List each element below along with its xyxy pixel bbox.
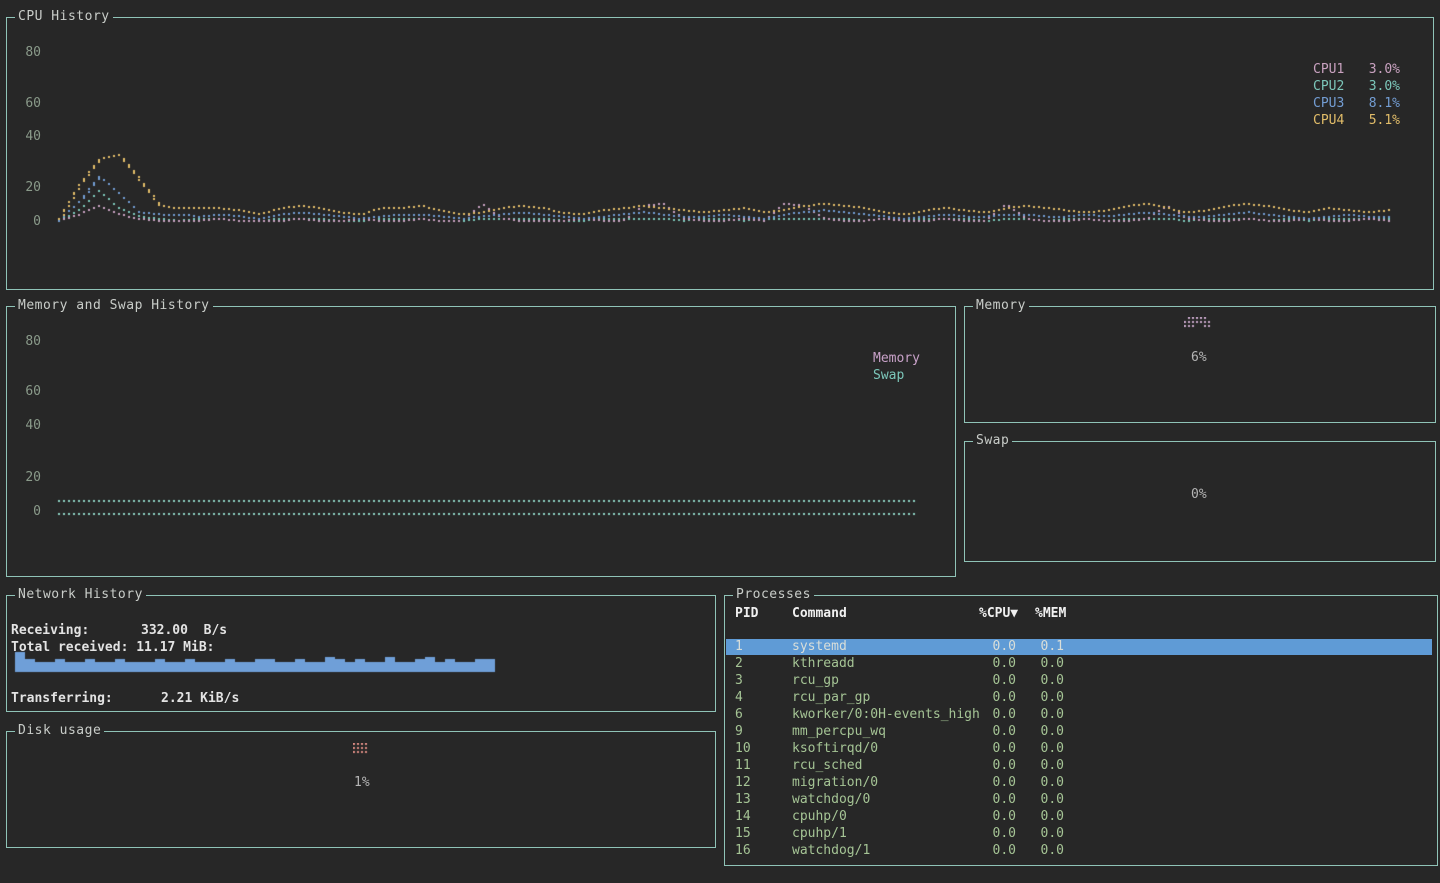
process-cell-cmd: ksoftirqd/0 [792,741,878,757]
process-cell-cpu: 0.0 [956,826,1016,842]
process-cell-pid: 15 [735,826,751,842]
process-cell-mem: 0.0 [1016,724,1064,740]
transferring-label: Transferring: [11,691,113,706]
process-cell-pid: 3 [735,673,743,689]
process-cell-cmd: mm_percpu_wq [792,724,886,740]
process-row[interactable]: 3 rcu_gp 0.00.0 [726,673,1432,689]
process-cell-pid: 10 [735,741,751,757]
process-cell-cpu: 0.0 [956,656,1016,672]
process-cell-mem: 0.0 [1016,690,1064,706]
process-cell-cmd: kworker/0:0H-events_high [792,707,980,723]
process-row[interactable]: 4 rcu_par_gp 0.00.0 [726,690,1432,706]
process-cell-cpu: 0.0 [956,741,1016,757]
column-header-pid[interactable]: PID [735,606,758,621]
swap-gauge-value: 0% [1191,487,1207,502]
network-receive-chart [7,596,715,711]
disk-usage-value: 1% [354,775,370,790]
system-monitor-screen: { "colors": { "background": "#272727", "… [0,0,1440,883]
process-row[interactable]: 10 ksoftirqd/0 0.00.0 [726,741,1432,757]
cpu-history-chart [7,18,1433,289]
process-cell-pid: 6 [735,707,743,723]
process-cell-cmd: systemd [792,639,847,655]
process-cell-pid: 9 [735,724,743,740]
process-row[interactable]: 12 migration/0 0.00.0 [726,775,1432,791]
process-cell-mem: 0.0 [1016,673,1064,689]
process-cell-cmd: cpuhp/0 [792,809,847,825]
memory-gauge-title: Memory [973,298,1029,313]
process-cell-pid: 4 [735,690,743,706]
process-row[interactable]: 16 watchdog/1 0.00.0 [726,843,1432,859]
process-cell-cpu: 0.0 [956,809,1016,825]
process-row[interactable]: 11 rcu_sched 0.00.0 [726,758,1432,774]
process-cell-mem: 0.0 [1016,758,1064,774]
network-history-panel: Network History Receiving: 332.00 B/s To… [6,595,716,712]
process-cell-mem: 0.0 [1016,809,1064,825]
process-cell-mem: 0.0 [1016,656,1064,672]
process-cell-mem: 0.0 [1016,843,1064,859]
process-row[interactable]: 1 systemd 0.00.1 [726,639,1432,655]
process-row[interactable]: 6kworker/0:0H-events_high0.00.0 [726,707,1432,723]
process-cell-cpu: 0.0 [956,639,1016,655]
process-cell-mem: 0.1 [1016,639,1064,655]
process-cell-pid: 12 [735,775,751,791]
process-cell-pid: 2 [735,656,743,672]
process-cell-cpu: 0.0 [956,843,1016,859]
process-cell-pid: 14 [735,809,751,825]
swap-gauge-panel: Swap 0% [964,441,1436,562]
process-cell-mem: 0.0 [1016,792,1064,808]
process-cell-cpu: 0.0 [956,758,1016,774]
processes-title: Processes [733,587,814,602]
process-cell-mem: 0.0 [1016,707,1064,723]
memory-gauge-dots [1184,317,1218,331]
process-cell-cmd: cpuhp/1 [792,826,847,842]
process-row[interactable]: 9 mm_percpu_wq 0.00.0 [726,724,1432,740]
process-cell-pid: 11 [735,758,751,774]
process-cell-cmd: watchdog/1 [792,843,870,859]
process-row[interactable]: 15 cpuhp/1 0.00.0 [726,826,1432,842]
process-cell-cpu: 0.0 [956,775,1016,791]
memswap-history-panel: Memory and Swap History 80 60 40 20 0 Me… [6,306,956,577]
process-cell-cmd: migration/0 [792,775,878,791]
process-cell-mem: 0.0 [1016,775,1064,791]
memory-gauge-panel: Memory 6% [964,306,1436,423]
process-cell-cpu: 0.0 [956,707,1016,723]
cpu-history-panel: CPU History 80 60 40 20 0 CPU1 3.0% CPU2… [6,17,1434,290]
process-cell-cpu: 0.0 [956,673,1016,689]
process-cell-pid: 1 [735,639,743,655]
process-cell-cpu: 0.0 [956,724,1016,740]
process-row[interactable]: 14 cpuhp/0 0.00.0 [726,809,1432,825]
process-cell-cpu: 0.0 [956,690,1016,706]
process-cell-cmd: rcu_par_gp [792,690,870,706]
disk-usage-title: Disk usage [15,723,104,738]
swap-gauge-title: Swap [973,433,1012,448]
process-cell-cmd: rcu_gp [792,673,839,689]
process-cell-cmd: kthreadd [792,656,855,672]
transferring-value: 2.21 KiB/s [161,691,239,706]
process-cell-pid: 16 [735,843,751,859]
disk-gauge-dots [353,743,371,757]
process-row[interactable]: 2 kthreadd 0.00.0 [726,656,1432,672]
processes-panel: Processes PID Command %CPU▼ %MEM 1system… [724,595,1438,866]
column-header-cpu-sorted[interactable]: %CPU▼ [979,606,1018,621]
process-cell-mem: 0.0 [1016,741,1064,757]
column-header-command[interactable]: Command [792,606,847,621]
process-cell-cpu: 0.0 [956,792,1016,808]
process-cell-cmd: watchdog/0 [792,792,870,808]
process-cell-mem: 0.0 [1016,826,1064,842]
process-cell-pid: 13 [735,792,751,808]
column-header-mem[interactable]: %MEM [1035,606,1066,621]
process-row[interactable]: 13 watchdog/0 0.00.0 [726,792,1432,808]
disk-usage-panel: Disk usage 1% [6,731,716,848]
memswap-history-chart [7,307,955,576]
memory-gauge-value: 6% [1191,350,1207,365]
process-cell-cmd: rcu_sched [792,758,862,774]
